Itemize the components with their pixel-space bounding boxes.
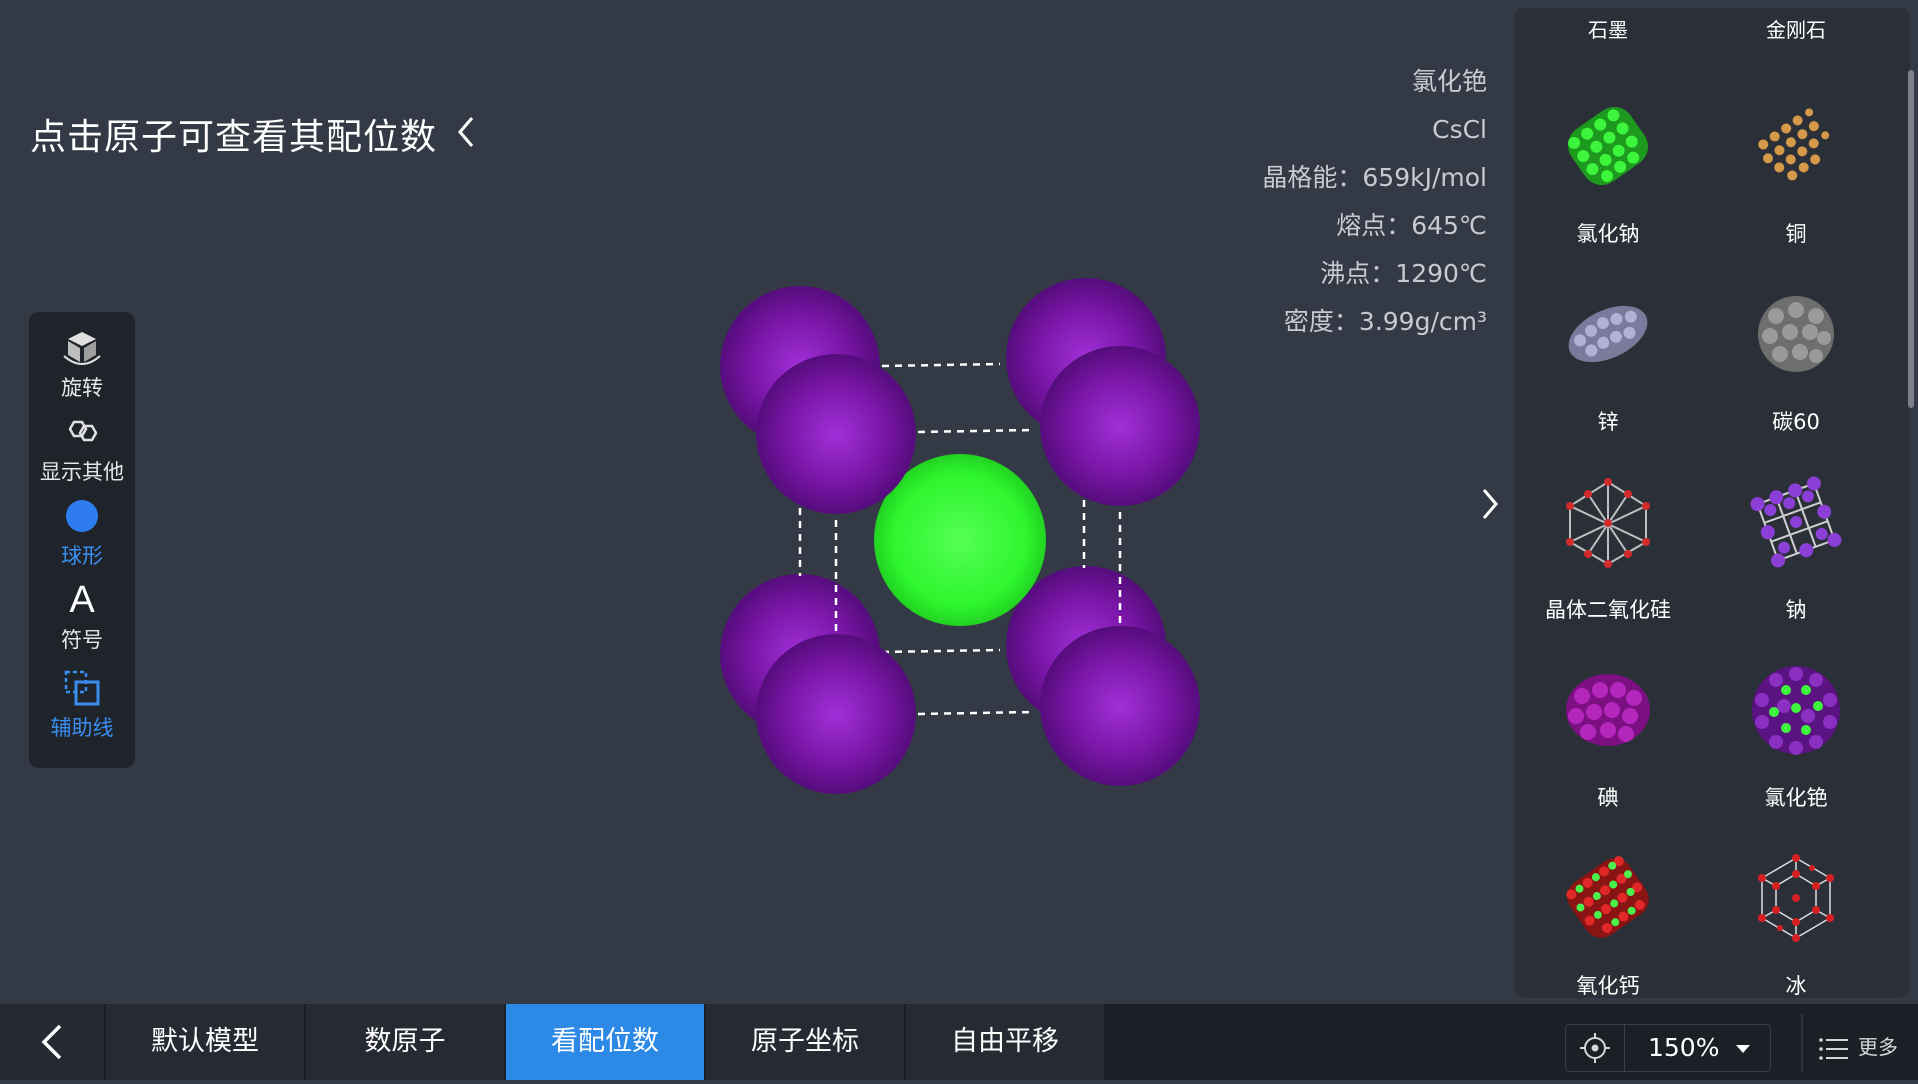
cesium-atom[interactable] <box>756 634 916 794</box>
tab-count-atoms[interactable]: 数原子 <box>306 1004 504 1080</box>
silicon-dioxide-thumbnail <box>1566 478 1650 568</box>
crystal-item-graphite[interactable]: 石墨 <box>1514 8 1702 52</box>
crystal-label: 氧化钙 <box>1576 974 1640 998</box>
tab-coordination-number[interactable]: 看配位数 <box>506 1004 704 1080</box>
crystal-item-sodium-chloride[interactable]: 氯化钠 <box>1514 74 1702 262</box>
crystal-label: 钠 <box>1785 598 1807 622</box>
sphere-label: 球形 <box>61 544 103 568</box>
sodium-thumbnail <box>1750 476 1842 568</box>
crystal-item-cesium-chloride[interactable]: 氯化铯 <box>1702 638 1890 826</box>
iodine-thumbnail <box>1566 674 1650 746</box>
more-label: 更多 <box>1858 1035 1898 1059</box>
crystal-label: 碳60 <box>1772 410 1820 434</box>
cesium-atom[interactable] <box>1040 626 1200 786</box>
chevron-left-icon <box>41 1024 62 1060</box>
hexagons-icon <box>68 420 98 442</box>
crystal-item-iodine[interactable]: 碘 <box>1514 638 1702 826</box>
crystal-name: 氯化铯 <box>1411 67 1487 96</box>
crystal-item-diamond[interactable]: 金刚石 <box>1702 8 1890 52</box>
crystal-label: 碘 <box>1597 786 1619 810</box>
expand-panel-button[interactable] <box>1474 484 1504 524</box>
toolbar-divider <box>1801 1014 1803 1072</box>
cesium-atom[interactable] <box>1040 346 1200 506</box>
lattice-energy: 晶格能：659kJ/mol <box>1262 163 1487 192</box>
symbol-label: 符号 <box>61 628 103 652</box>
guide-line-icon <box>64 670 100 706</box>
boiling-point: 沸点：1290℃ <box>1320 259 1487 288</box>
guide-line-label: 辅助线 <box>50 716 114 740</box>
crystal-list-panel: 石墨 金刚石 氯化钠 铜 锌 碳60 晶体二氧化硅 钠 碘 氯化铯 氧化钙 冰 <box>1514 8 1910 998</box>
sodium-chloride-thumbnail <box>1568 106 1648 186</box>
more-button[interactable]: 更多 <box>1818 1024 1898 1070</box>
crystal-label: 锌 <box>1597 410 1619 434</box>
collapse-hint-button[interactable] <box>452 112 482 152</box>
crystal-label: 氯化钠 <box>1576 222 1640 246</box>
cube-rotate-icon <box>63 332 101 365</box>
back-button[interactable] <box>0 1004 104 1080</box>
bottom-mode-bar: 默认模型 数原子 看配位数 原子坐标 自由平移 150% 更多 <box>0 1004 1918 1080</box>
chevron-right-icon <box>1482 489 1498 519</box>
crystal-item-ice[interactable]: 冰 <box>1702 826 1890 998</box>
melting-point: 熔点：645℃ <box>1336 211 1487 240</box>
c60-thumbnail <box>1758 296 1834 372</box>
crystal-list-scrollbar[interactable] <box>1908 70 1914 408</box>
zinc-thumbnail <box>1568 305 1648 363</box>
crystal-label: 冰 <box>1785 974 1807 998</box>
crystal-item-c60[interactable]: 碳60 <box>1702 262 1890 450</box>
rotate-label: 旋转 <box>61 376 103 400</box>
crystal-item-sodium[interactable]: 钠 <box>1702 450 1890 638</box>
letter-a-icon: A <box>69 579 95 621</box>
chevron-left-icon <box>458 117 474 147</box>
crystal-label: 氯化铯 <box>1764 786 1828 810</box>
crystal-item-calcium-oxide[interactable]: 氧化钙 <box>1514 826 1702 998</box>
sphere-tool[interactable]: 球形 <box>29 494 135 570</box>
crystal-item-silicon-dioxide[interactable]: 晶体二氧化硅 <box>1514 450 1702 638</box>
crystal-viewport[interactable] <box>700 270 1220 810</box>
rotate-tool[interactable]: 旋转 <box>29 326 135 402</box>
crystal-item-copper[interactable]: 铜 <box>1702 74 1890 262</box>
cesium-atom[interactable] <box>756 354 916 514</box>
tab-atom-coordinates[interactable]: 原子坐标 <box>706 1004 904 1080</box>
guide-line-tool[interactable]: 辅助线 <box>29 666 135 742</box>
ice-thumbnail <box>1758 854 1834 942</box>
zoom-control: 150% <box>1565 1024 1771 1072</box>
view-toolbar: 旋转 显示其他 球形 A 符号 辅助线 <box>29 312 135 768</box>
crystal-formula: CsCl <box>1432 115 1487 144</box>
crystal-info: 氯化铯 CsCl 晶格能：659kJ/mol 熔点：645℃ 沸点：1290℃ … <box>1262 58 1487 346</box>
caret-down-icon[interactable] <box>1734 1043 1752 1055</box>
menu-list-icon <box>1819 1037 1848 1060</box>
tab-default-model[interactable]: 默认模型 <box>106 1004 304 1080</box>
crystal-label: 晶体二氧化硅 <box>1545 598 1671 622</box>
density: 密度：3.99g/cm³ <box>1283 307 1487 336</box>
symbol-tool[interactable]: A 符号 <box>29 578 135 654</box>
cesium-chloride-thumbnail <box>1752 666 1840 755</box>
calcium-oxide-thumbnail <box>1566 856 1649 938</box>
recenter-button[interactable] <box>1566 1025 1625 1071</box>
crystal-item-zinc[interactable]: 锌 <box>1514 262 1702 450</box>
copper-thumbnail <box>1758 108 1830 181</box>
crystal-label: 铜 <box>1785 222 1807 246</box>
crosshair-icon <box>1580 1033 1610 1063</box>
zoom-level-select[interactable]: 150% <box>1648 1025 1719 1071</box>
page-hint: 点击原子可查看其配位数 <box>30 117 438 158</box>
tab-free-translation[interactable]: 自由平移 <box>906 1004 1104 1080</box>
show-other-label: 显示其他 <box>40 460 124 484</box>
sphere-icon <box>66 500 98 532</box>
show-other-tool[interactable]: 显示其他 <box>29 410 135 486</box>
